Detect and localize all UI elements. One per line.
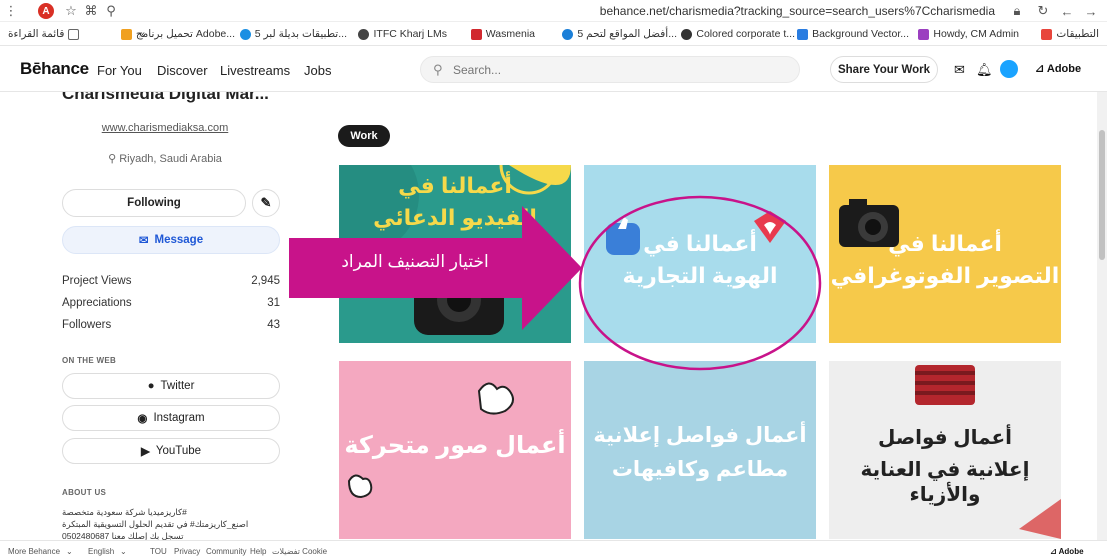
page-footer: More Behance ⌄ English ⌄ TOU Privacy Com… [0,540,1107,560]
footer-caret-icon: ⌄ [120,547,127,556]
footer-help[interactable]: Help [250,547,266,556]
scrollbar-thumb[interactable] [1099,130,1105,260]
annotation-circle [578,195,822,371]
footer-privacy[interactable]: Privacy [174,547,200,556]
footer-more-behance[interactable]: More Behance [8,547,60,556]
footer-caret-icon: ⌄ [66,547,73,556]
annotation-text: اختيار التصنيف المراد [341,252,489,271]
footer-tou[interactable]: TOU [150,547,167,556]
footer-language[interactable]: English [88,547,114,556]
footer-community[interactable]: Community [206,547,246,556]
adobe-icon: ⊿ [1050,547,1059,556]
footer-adobe[interactable]: ⊿ Adobe [1050,547,1084,556]
footer-cookie-preferences[interactable]: تفضيلات Cookie [272,547,327,556]
annotation-overlay [289,195,822,371]
